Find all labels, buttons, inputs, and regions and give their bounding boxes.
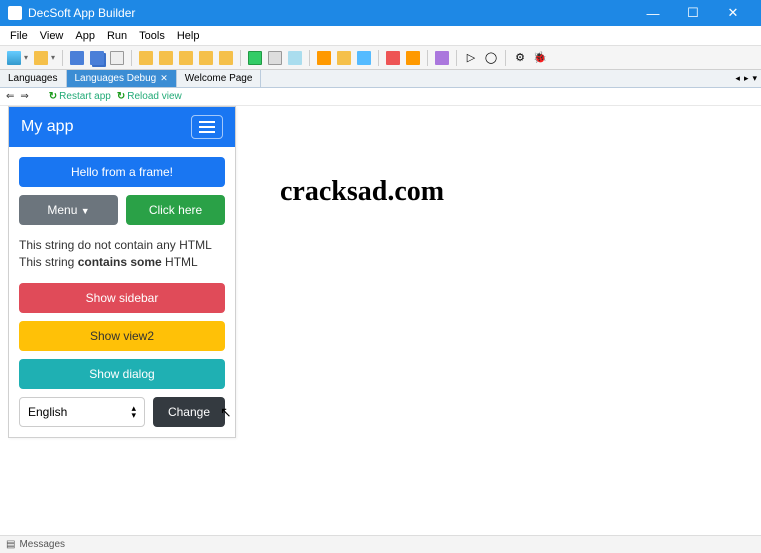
app-header: My app	[9, 107, 235, 147]
minimize-button[interactable]: —	[633, 0, 673, 26]
messages-icon[interactable]: ▤	[6, 539, 15, 550]
back-icon[interactable]: ⇐	[6, 91, 14, 102]
open-dropdown-icon[interactable]: ▾	[49, 49, 57, 67]
window-title: DecSoft App Builder	[28, 6, 633, 20]
show-view2-button[interactable]: Show view2	[19, 321, 225, 351]
messages-label[interactable]: Messages	[19, 539, 65, 550]
tab-languages[interactable]: Languages	[0, 70, 67, 87]
statusbar: ▤ Messages	[0, 535, 761, 553]
chevron-down-icon: ▼	[81, 206, 90, 216]
plain-text-line: This string do not contain any HTML This…	[19, 237, 225, 271]
menu-app[interactable]: App	[69, 28, 101, 44]
app-icon	[8, 6, 22, 20]
app-body: Hello from a frame! Menu ▼ Click here Th…	[9, 147, 235, 437]
restart-app-button[interactable]: Restart app	[49, 91, 111, 102]
menu-dropdown-button[interactable]: Menu ▼	[19, 195, 118, 225]
menu-help[interactable]: Help	[171, 28, 206, 44]
tab-label: Languages Debug	[75, 73, 157, 84]
forward-icon[interactable]: ⇒	[20, 91, 28, 102]
folder-open-icon[interactable]	[157, 49, 175, 67]
menu-button-label: Menu	[47, 203, 77, 217]
menu-view[interactable]: View	[34, 28, 70, 44]
stop-icon[interactable]: ◯	[482, 49, 500, 67]
reload-view-button[interactable]: Reload view	[117, 91, 182, 102]
play-icon[interactable]: ▷	[462, 49, 480, 67]
menu-tools[interactable]: Tools	[133, 28, 171, 44]
mouse-cursor-icon: ↖	[220, 404, 232, 421]
folder-run-icon[interactable]	[217, 49, 235, 67]
wand-icon[interactable]	[433, 49, 451, 67]
tab-label: Welcome Page	[185, 73, 253, 84]
tab-menu-icon[interactable]: ▾	[752, 73, 757, 84]
tab-welcome-page[interactable]: Welcome Page	[177, 70, 262, 87]
tab-languages-debug[interactable]: Languages Debug ✕	[67, 70, 177, 87]
show-dialog-button[interactable]: Show dialog	[19, 359, 225, 389]
menu-run[interactable]: Run	[101, 28, 133, 44]
save-icon[interactable]	[68, 49, 86, 67]
folder-gear-icon[interactable]	[197, 49, 215, 67]
tab-prev-icon[interactable]: ◂	[735, 73, 740, 84]
hello-frame-button[interactable]: Hello from a frame!	[19, 157, 225, 187]
separator	[427, 50, 428, 66]
close-tab-icon[interactable]: ✕	[160, 73, 168, 84]
language-selected: English	[28, 405, 67, 419]
menu-file[interactable]: File	[4, 28, 34, 44]
maximize-button[interactable]: ☐	[673, 0, 713, 26]
hamburger-icon[interactable]	[191, 115, 223, 139]
lang-icon[interactable]	[384, 49, 402, 67]
click-here-button[interactable]: Click here	[126, 195, 225, 225]
folder-add-icon[interactable]	[177, 49, 195, 67]
separator	[62, 50, 63, 66]
open-icon[interactable]	[32, 49, 50, 67]
separator	[131, 50, 132, 66]
bug-icon[interactable]: 🐞	[531, 49, 549, 67]
text-line-2: This string contains some HTML	[19, 254, 225, 271]
layout-icon[interactable]	[355, 49, 373, 67]
language-select[interactable]: English ▴▾	[19, 397, 145, 427]
tab-label: Languages	[8, 73, 58, 84]
monitor-icon[interactable]	[246, 49, 264, 67]
select-updown-icon: ▴▾	[131, 405, 136, 418]
text-line-1: This string do not contain any HTML	[19, 237, 225, 254]
tab-next-icon[interactable]: ▸	[744, 73, 749, 84]
new-icon[interactable]	[5, 49, 23, 67]
separator	[378, 50, 379, 66]
mobile-icon[interactable]	[286, 49, 304, 67]
close-button[interactable]: ✕	[713, 0, 753, 26]
package-icon[interactable]	[335, 49, 353, 67]
app-preview-frame: My app Hello from a frame! Menu ▼ Click …	[8, 106, 236, 438]
workspace: My app Hello from a frame! Menu ▼ Click …	[0, 106, 761, 535]
build-icon[interactable]	[404, 49, 422, 67]
toolbar: ▾ ▾ ▷ ◯ ⚙ 🐞	[0, 46, 761, 70]
separator	[309, 50, 310, 66]
separator	[240, 50, 241, 66]
export-icon[interactable]	[315, 49, 333, 67]
show-sidebar-button[interactable]: Show sidebar	[19, 283, 225, 313]
debug-toolbar: ⇐ ⇒ Restart app Reload view	[0, 88, 761, 106]
titlebar: DecSoft App Builder — ☐ ✕	[0, 0, 761, 26]
app-title: My app	[21, 118, 73, 136]
separator	[456, 50, 457, 66]
device-icon[interactable]	[266, 49, 284, 67]
separator	[505, 50, 506, 66]
new-dropdown-icon[interactable]: ▾	[22, 49, 30, 67]
gear-icon[interactable]: ⚙	[511, 49, 529, 67]
tab-nav-arrows: ◂ ▸ ▾	[731, 70, 761, 87]
folder-icon[interactable]	[137, 49, 155, 67]
watermark-text: cracksad.com	[280, 176, 444, 208]
save-all-icon[interactable]	[88, 49, 106, 67]
copy-icon[interactable]	[108, 49, 126, 67]
menubar: File View App Run Tools Help	[0, 26, 761, 46]
change-button[interactable]: Change	[153, 397, 225, 427]
document-tabs: Languages Languages Debug ✕ Welcome Page…	[0, 70, 761, 88]
